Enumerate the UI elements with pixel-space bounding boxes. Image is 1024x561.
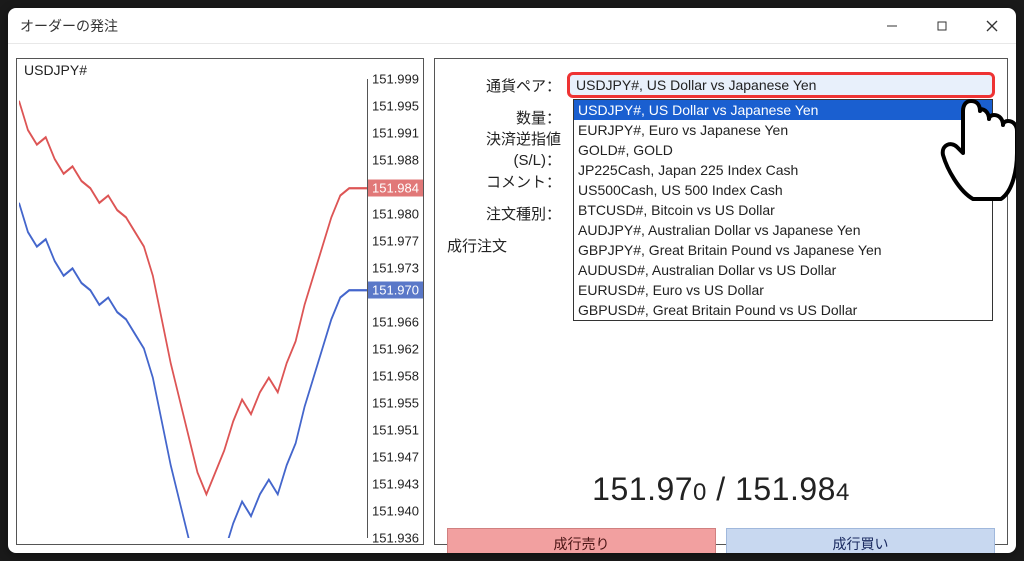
dropdown-option[interactable]: AUDUSD#, Australian Dollar vs US Dollar	[574, 260, 992, 280]
ytick: 151.995	[372, 99, 419, 114]
market-order-label: 成行注文	[447, 235, 567, 256]
pair-row: 通貨ペア： USDJPY#, US Dollar vs Japanese Yen	[447, 69, 995, 101]
window-controls	[880, 14, 1004, 38]
close-button[interactable]	[980, 14, 1004, 38]
dropdown-option[interactable]: GBPUSD#, Great Britain Pound vs US Dolla…	[574, 300, 992, 320]
ytick: 151.991	[372, 126, 419, 141]
ytick: 151.977	[372, 234, 419, 249]
comment-label: コメント：	[447, 171, 567, 192]
chart-symbol-label: USDJPY#	[22, 62, 89, 78]
ytick: 151.962	[372, 342, 419, 357]
currency-pair-combo[interactable]: USDJPY#, US Dollar vs Japanese Yen	[567, 72, 995, 98]
dropdown-option[interactable]: USDJPY#, US Dollar vs Japanese Yen	[574, 100, 992, 120]
market-buy-button[interactable]: 成行買い	[726, 528, 995, 553]
minimize-button[interactable]	[880, 14, 904, 38]
ytick: 151.973	[372, 261, 419, 276]
ytick: 151.958	[372, 368, 419, 383]
ytick: 151.999	[372, 72, 419, 87]
ytick: 151.955	[372, 396, 419, 411]
sl-label: 決済逆指値(S/L)：	[447, 128, 567, 170]
bid-price-badge: 151.970	[368, 282, 423, 299]
market-sell-button[interactable]: 成行売り	[447, 528, 716, 553]
volume-label: 数量：	[447, 107, 567, 128]
ytick: 151.947	[372, 450, 419, 465]
type-label: 注文種別：	[447, 203, 567, 224]
ytick: 151.951	[372, 423, 419, 438]
ask-price-sub: 4	[836, 479, 850, 506]
order-window: オーダーの発注 USDJPY# 151.984	[8, 8, 1016, 553]
content-area: USDJPY# 151.984 151.970 151.999 151.995 15…	[8, 44, 1016, 553]
ytick: 151.980	[372, 207, 419, 222]
ytick: 151.988	[372, 153, 419, 168]
dropdown-option[interactable]: AUDJPY#, Australian Dollar vs Japanese Y…	[574, 220, 992, 240]
order-form-panel: 通貨ペア： USDJPY#, US Dollar vs Japanese Yen…	[434, 58, 1008, 545]
dropdown-option[interactable]: GOLD#, GOLD	[574, 140, 992, 160]
bid-price-sub: 0	[693, 479, 707, 506]
price-separator: /	[707, 471, 735, 507]
titlebar: オーダーの発注	[8, 8, 1016, 44]
dropdown-option[interactable]: BTCUSD#, Bitcoin vs US Dollar	[574, 200, 992, 220]
chart-y-axis: 151.984 151.970 151.999151.995151.991151…	[367, 79, 423, 538]
chart-panel: USDJPY# 151.984 151.970 151.999 151.995 15…	[16, 58, 424, 545]
form-rows: 通貨ペア： USDJPY#, US Dollar vs Japanese Yen…	[447, 69, 995, 261]
trade-buttons: 成行売り 成行買い	[447, 528, 995, 553]
pair-label: 通貨ペア：	[447, 75, 567, 96]
price-chart[interactable]	[19, 79, 367, 538]
dropdown-option[interactable]: EURJPY#, Euro vs Japanese Yen	[574, 120, 992, 140]
ytick: 151.940	[372, 504, 419, 519]
ytick: 151.966	[372, 315, 419, 330]
maximize-button[interactable]	[930, 14, 954, 38]
ask-price-badge: 151.984	[368, 180, 423, 197]
dropdown-option[interactable]: EURUSD#, Euro vs US Dollar	[574, 280, 992, 300]
ytick: 151.936	[372, 531, 419, 546]
ask-price-main: 151.98	[735, 471, 836, 507]
window-title: オーダーの発注	[20, 16, 880, 36]
bid-ask-prices: 151.970 / 151.984	[447, 471, 995, 508]
dropdown-option[interactable]: US500Cash, US 500 Index Cash	[574, 180, 992, 200]
currency-pair-dropdown[interactable]: USDJPY#, US Dollar vs Japanese YenEURJPY…	[573, 99, 993, 321]
dropdown-option[interactable]: GBPJPY#, Great Britain Pound vs Japanese…	[574, 240, 992, 260]
ytick: 151.943	[372, 477, 419, 492]
bid-price-main: 151.97	[592, 471, 693, 507]
dropdown-option[interactable]: JP225Cash, Japan 225 Index Cash	[574, 160, 992, 180]
